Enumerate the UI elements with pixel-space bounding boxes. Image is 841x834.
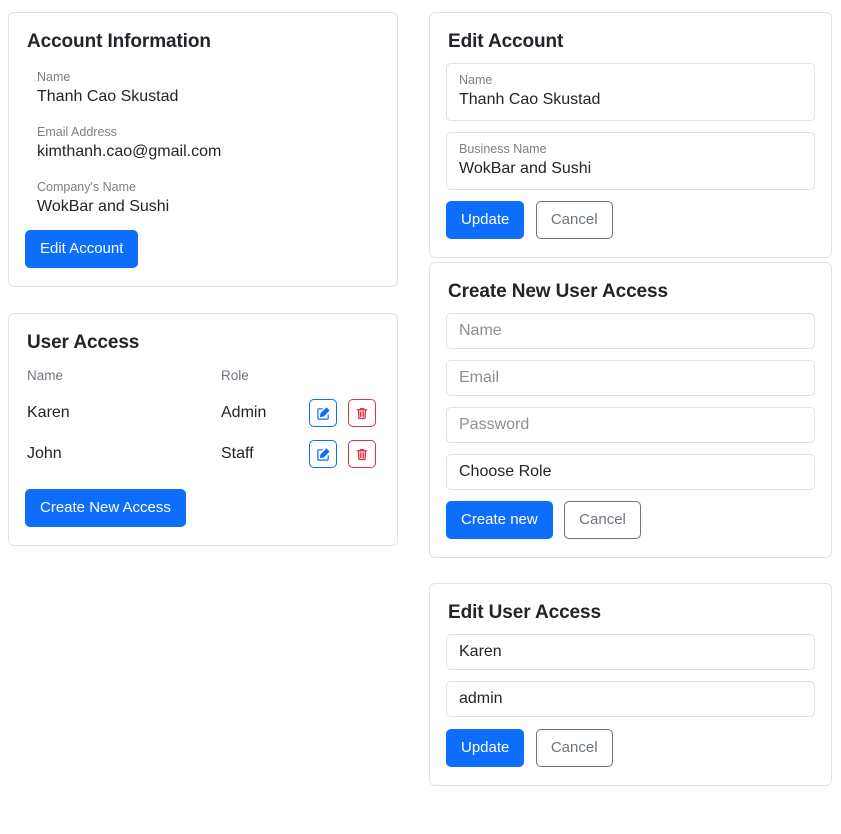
edit-account-actions: Update Cancel: [446, 201, 815, 239]
edit-account-title: Edit Account: [448, 31, 564, 52]
account-name-label: Name: [37, 70, 71, 84]
account-settings-page: Account Information Name Thanh Cao Skust…: [0, 0, 841, 834]
create-user-role-selected-value: Choose Role: [459, 463, 552, 480]
account-name-field: Name Thanh Cao Skustad: [25, 63, 381, 108]
pen-to-square-icon: [316, 406, 331, 421]
user-name-cell: Karen: [27, 404, 70, 421]
edit-user-access-title: Edit User Access: [448, 602, 601, 623]
create-user-password-placeholder: Password: [459, 416, 530, 433]
user-actions-cell: [307, 393, 381, 434]
edit-user-role-input[interactable]: admin: [446, 681, 815, 717]
right-column: Edit Account Name Thanh Cao Skustad Busi…: [429, 12, 832, 786]
create-user-access-card: Create New User Access Name Email Passwo…: [429, 262, 832, 558]
edit-account-business-name-input[interactable]: Business Name WokBar and Sushi: [446, 132, 815, 190]
create-user-access-actions: Create new Cancel: [446, 501, 815, 539]
user-actions-cell: [307, 434, 381, 475]
edit-account-name-label: Name: [459, 73, 493, 87]
account-email-field: Email Address kimthanh.cao@gmail.com: [25, 118, 381, 163]
edit-user-cancel-button[interactable]: Cancel: [535, 729, 613, 767]
table-row: Karen Admin: [25, 393, 381, 434]
left-column: Account Information Name Thanh Cao Skust…: [8, 12, 398, 546]
edit-user-button[interactable]: [309, 399, 337, 427]
edit-user-name-value: Karen: [459, 643, 502, 660]
account-company-label: Company's Name: [37, 180, 136, 194]
account-information-title: Account Information: [27, 31, 211, 52]
edit-account-name-input[interactable]: Name Thanh Cao Skustad: [446, 63, 815, 121]
edit-account-update-button[interactable]: Update: [446, 201, 525, 239]
edit-account-button[interactable]: Edit Account: [25, 230, 139, 268]
create-user-access-title: Create New User Access: [448, 281, 668, 302]
create-user-name-input[interactable]: Name: [446, 313, 815, 349]
account-information-actions: Edit Account: [25, 230, 381, 268]
create-new-access-button[interactable]: Create New Access: [25, 489, 186, 527]
create-user-cancel-button[interactable]: Cancel: [564, 501, 641, 539]
delete-user-button[interactable]: [348, 399, 377, 427]
create-new-button[interactable]: Create new: [446, 501, 553, 539]
user-role-cell: Admin: [221, 404, 267, 421]
edit-user-access-actions: Update Cancel: [446, 729, 815, 767]
user-access-card: User Access Name Role Karen Admin John S…: [8, 313, 398, 546]
trash-icon: [355, 447, 369, 462]
edit-user-update-button[interactable]: Update: [446, 729, 525, 767]
table-row: John Staff: [25, 434, 381, 475]
account-name-value: Thanh Cao Skustad: [37, 88, 179, 105]
table-header-row: Name Role: [25, 364, 381, 393]
edit-account-name-value: Thanh Cao Skustad: [459, 91, 601, 108]
pen-to-square-icon: [316, 447, 331, 462]
account-email-value: kimthanh.cao@gmail.com: [37, 143, 222, 160]
trash-icon: [355, 406, 369, 421]
edit-account-card: Edit Account Name Thanh Cao Skustad Busi…: [429, 12, 832, 258]
account-email-label: Email Address: [37, 125, 117, 139]
edit-account-business-name-value: WokBar and Sushi: [459, 160, 592, 177]
user-access-actions: Create New Access: [25, 489, 381, 527]
user-access-table: Name Role Karen Admin John Staff: [25, 364, 381, 475]
user-role-cell: Staff: [221, 445, 254, 462]
account-company-field: Company's Name WokBar and Sushi: [25, 173, 381, 218]
column-header-role: Role: [221, 368, 249, 383]
create-user-password-input[interactable]: Password: [446, 407, 815, 443]
edit-account-business-name-label: Business Name: [459, 142, 547, 156]
edit-user-access-card: Edit User Access Karen admin Update Canc…: [429, 583, 832, 786]
edit-user-name-input[interactable]: Karen: [446, 634, 815, 670]
edit-user-button[interactable]: [309, 440, 337, 468]
column-header-name: Name: [27, 368, 64, 383]
user-name-cell: John: [27, 445, 62, 462]
account-company-value: WokBar and Sushi: [37, 198, 170, 215]
delete-user-button[interactable]: [348, 440, 377, 468]
create-user-email-input[interactable]: Email: [446, 360, 815, 396]
account-information-card: Account Information Name Thanh Cao Skust…: [8, 12, 398, 287]
user-access-title: User Access: [27, 332, 140, 353]
create-user-email-placeholder: Email: [459, 369, 500, 386]
create-user-role-select[interactable]: Choose Role: [446, 454, 815, 490]
create-user-name-placeholder: Name: [459, 322, 502, 339]
edit-account-cancel-button[interactable]: Cancel: [535, 201, 613, 239]
edit-user-role-value: admin: [459, 690, 503, 707]
column-header-actions: [307, 364, 381, 393]
